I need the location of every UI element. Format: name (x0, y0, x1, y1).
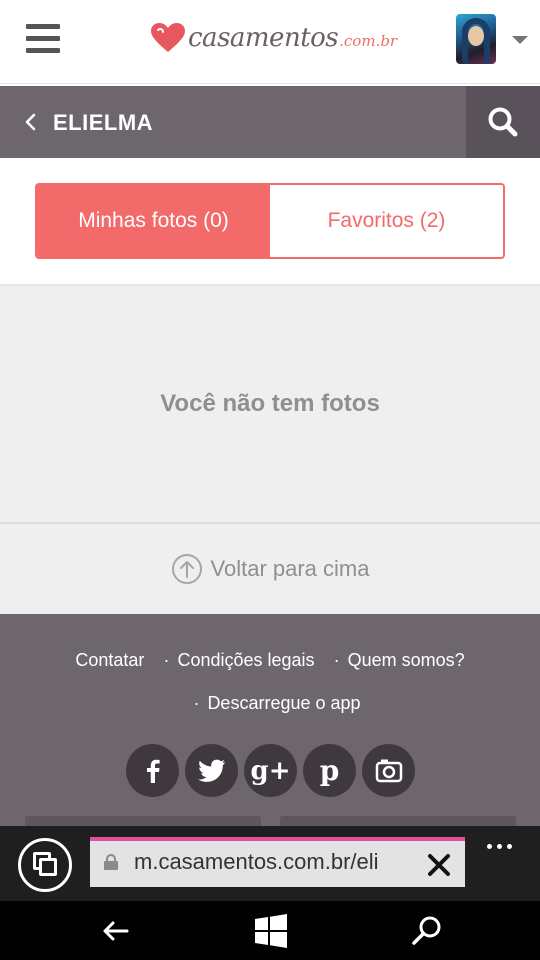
separator-dot: · (333, 650, 340, 670)
avatar-face (468, 26, 484, 46)
twitter-icon[interactable] (185, 744, 238, 797)
close-icon[interactable] (426, 852, 452, 878)
search-icon[interactable] (409, 913, 445, 949)
back-to-top-label: Voltar para cima (210, 556, 370, 581)
google-plus-glyph: g+ (250, 755, 291, 786)
separator-dot: · (193, 693, 200, 713)
empty-message: Você não tem fotos (160, 390, 380, 417)
tab-my-photos[interactable]: Minhas fotos (0) (37, 185, 270, 257)
page-title: ELIELMA (53, 110, 154, 135)
footer-links: Contatar · Condições legais · Quem somos? … (0, 650, 540, 736)
footer-link-about[interactable]: Quem somos? (348, 650, 465, 670)
twitter-glyph (197, 759, 225, 782)
site-logo[interactable]: casamentos .com.br (150, 18, 397, 58)
separator-dot: · (163, 650, 170, 670)
photo-tabs-area: Minhas fotos (0) Favoritos (2) (0, 158, 540, 286)
url-text: m.casamentos.com.br/eli (134, 849, 379, 874)
photo-tabs: Minhas fotos (0) Favoritos (2) (35, 183, 505, 259)
tabs-icon[interactable] (18, 838, 72, 892)
url-field[interactable]: m.casamentos.com.br/eli (90, 837, 465, 887)
pinterest-icon[interactable]: p (303, 744, 356, 797)
google-plus-icon[interactable]: g+ (244, 744, 297, 797)
site-footer: Contatar · Condições legais · Quem somos? … (0, 614, 540, 826)
camera-glyph (375, 759, 402, 782)
arrow-up-circle-icon (171, 554, 202, 584)
footer-link-download-app[interactable]: Descarregue o app (207, 693, 360, 713)
chevron-left-icon[interactable] (22, 112, 40, 132)
profile-title-bar: ELIELMA (0, 86, 540, 158)
back-arrow-icon[interactable] (97, 913, 133, 949)
heart-logo-icon (151, 23, 185, 52)
footer-button-stub[interactable] (25, 816, 261, 826)
search-button[interactable] (466, 86, 540, 158)
browser-address-bar: m.casamentos.com.br/eli (0, 826, 540, 901)
os-navigation-bar (0, 901, 540, 960)
more-icon[interactable] (487, 836, 519, 849)
windows-icon[interactable] (253, 913, 289, 949)
footer-link-contact[interactable]: Contatar (75, 650, 144, 670)
tabs-icon-front-square (39, 858, 57, 876)
empty-photos-panel: Você não tem fotos (0, 286, 540, 524)
logo-text: casamentos (188, 23, 339, 53)
logo-domain: .com.br (339, 32, 398, 50)
pinterest-glyph: p (319, 754, 340, 787)
back-to-top-button[interactable]: Voltar para cima (0, 524, 540, 614)
facebook-glyph (146, 759, 160, 783)
footer-button-stub[interactable] (280, 816, 516, 826)
caret-down-icon[interactable] (512, 36, 528, 44)
user-avatar[interactable] (456, 14, 496, 64)
search-icon (488, 107, 518, 137)
top-header: casamentos .com.br (0, 0, 540, 84)
footer-link-legal[interactable]: Condições legais (177, 650, 314, 670)
social-links: g+ p (126, 744, 421, 797)
instagram-icon[interactable] (362, 744, 415, 797)
lock-icon (104, 854, 118, 870)
tab-favorites[interactable]: Favoritos (2) (270, 185, 503, 257)
hamburger-menu-icon[interactable] (26, 24, 62, 54)
facebook-icon[interactable] (126, 744, 179, 797)
